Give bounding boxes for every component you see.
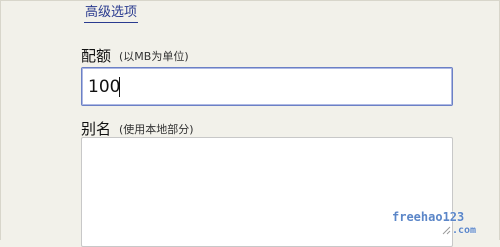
quota-label-text: 配额	[81, 47, 112, 65]
freehao123-watermark: freehao123 .com	[392, 210, 477, 236]
alias-hint: (使用本地部分)	[119, 123, 194, 136]
quota-unit-hint: (以MB为单位)	[119, 50, 189, 63]
frame-left-edge	[0, 0, 1, 240]
frame-top-edge	[0, 0, 500, 1]
quota-input[interactable]	[81, 67, 453, 106]
quota-label: 配额 (以MB为单位)	[81, 47, 189, 66]
watermark-subtext: .com	[452, 225, 476, 236]
text-cursor	[119, 77, 120, 97]
alias-label-text: 别名	[81, 120, 112, 138]
advanced-options-tab[interactable]: 高级选项	[84, 5, 139, 23]
watermark-text: freehao123	[392, 210, 464, 224]
